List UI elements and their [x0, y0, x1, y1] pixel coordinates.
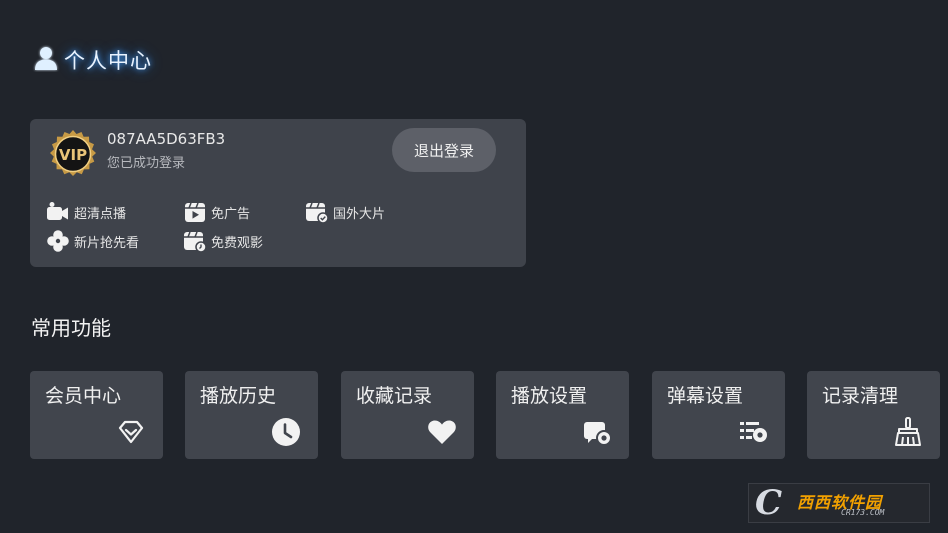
- tile-label: 收藏记录: [356, 385, 433, 407]
- login-status: 您已成功登录: [107, 156, 186, 171]
- page-header: 个人中心: [32, 44, 152, 76]
- broom-icon: [895, 417, 921, 446]
- video-camera-icon: [47, 202, 68, 220]
- danmaku-settings-icon: [740, 422, 767, 442]
- perk-hd-vod: 超清点播: [45, 199, 126, 225]
- diamond-icon: [118, 420, 144, 444]
- svg-text:VIP: VIP: [59, 146, 87, 164]
- clock-icon: [272, 418, 300, 446]
- perk-label: 免广告: [211, 206, 251, 222]
- section-title: 常用功能: [31, 316, 111, 340]
- tile-label: 弹幕设置: [667, 385, 744, 407]
- perk-label: 免费观影: [211, 235, 264, 251]
- watermark-url: CR173.COM: [841, 508, 885, 517]
- heart-icon: [428, 420, 456, 444]
- user-icon: [32, 44, 60, 76]
- perk-label: 新片抢先看: [74, 235, 140, 251]
- tile-play-history[interactable]: 播放历史: [185, 371, 318, 459]
- perk-foreign-films: 国外大片: [304, 199, 385, 225]
- tile-label: 播放历史: [200, 385, 277, 407]
- tile-play-settings[interactable]: 播放设置: [496, 371, 629, 459]
- vip-badge: VIP: [47, 129, 99, 181]
- watermark-logo: C 西西软件园 CR173.COM: [748, 483, 930, 523]
- tile-favorites[interactable]: 收藏记录: [341, 371, 474, 459]
- watermark-c-mark: C: [755, 483, 783, 523]
- perk-no-ads: 免广告: [182, 199, 250, 225]
- tile-member-center[interactable]: 会员中心: [30, 371, 163, 459]
- screen-settings-icon: [584, 422, 612, 446]
- user-id: 087AA5D63FB3: [107, 130, 226, 148]
- perk-free-watch: 免费观影: [182, 228, 263, 254]
- calendar-clock-icon: [184, 231, 207, 253]
- tile-record-cleanup[interactable]: 记录清理: [807, 371, 940, 459]
- tile-danmaku-settings[interactable]: 弹幕设置: [652, 371, 785, 459]
- perk-label: 国外大片: [333, 206, 386, 222]
- logout-button[interactable]: 退出登录: [392, 128, 496, 172]
- tile-label: 会员中心: [45, 385, 122, 407]
- calendar-check-icon: [306, 202, 329, 224]
- perk-label: 超清点播: [74, 206, 127, 222]
- play-box-icon: [185, 202, 205, 222]
- page-title: 个人中心: [64, 49, 152, 73]
- aperture-icon: [47, 230, 69, 252]
- tile-label: 播放设置: [511, 385, 588, 407]
- tile-label: 记录清理: [822, 385, 899, 407]
- user-card: VIP 087AA5D63FB3 您已成功登录 退出登录 超清点播 免广告 国外…: [30, 119, 526, 267]
- perk-early-access: 新片抢先看: [45, 228, 139, 254]
